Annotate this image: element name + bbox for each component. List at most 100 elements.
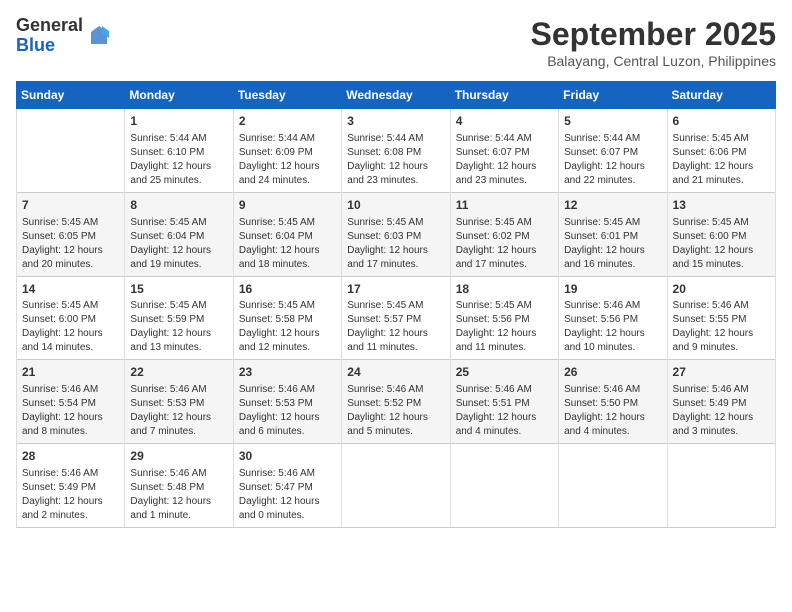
- calendar-cell: 20Sunrise: 5:46 AM Sunset: 5:55 PM Dayli…: [667, 276, 775, 360]
- day-info: Sunrise: 5:44 AM Sunset: 6:10 PM Dayligh…: [130, 132, 227, 188]
- day-info: Sunrise: 5:45 AM Sunset: 5:57 PM Dayligh…: [347, 299, 444, 355]
- logo-icon: [87, 24, 111, 48]
- header-saturday: Saturday: [667, 82, 775, 109]
- day-info: Sunrise: 5:45 AM Sunset: 6:04 PM Dayligh…: [130, 216, 227, 272]
- day-info: Sunrise: 5:45 AM Sunset: 5:58 PM Dayligh…: [239, 299, 336, 355]
- calendar-cell: 11Sunrise: 5:45 AM Sunset: 6:02 PM Dayli…: [450, 192, 558, 276]
- calendar-cell: [667, 444, 775, 528]
- day-info: Sunrise: 5:46 AM Sunset: 5:49 PM Dayligh…: [673, 383, 770, 439]
- day-number: 26: [564, 364, 661, 381]
- day-info: Sunrise: 5:46 AM Sunset: 5:51 PM Dayligh…: [456, 383, 553, 439]
- header-tuesday: Tuesday: [233, 82, 341, 109]
- calendar-week-row: 1 Sunrise: 5:44 AM Sunset: 6:10 PM Daylig…: [17, 109, 776, 193]
- calendar-cell: 30 Sunrise: 5:46 AM Sunset: 5:47 PM Dayli…: [233, 444, 341, 528]
- calendar-week-row: 14Sunrise: 5:45 AM Sunset: 6:00 PM Dayli…: [17, 276, 776, 360]
- day-number: 1: [130, 113, 227, 130]
- header-wednesday: Wednesday: [342, 82, 450, 109]
- calendar-cell: 29 Sunrise: 5:46 AM Sunset: 5:48 PM Dayli…: [125, 444, 233, 528]
- day-info: Sunrise: 5:46 AM Sunset: 5:47 PM Dayligh…: [239, 467, 336, 523]
- day-info: Sunrise: 5:45 AM Sunset: 5:56 PM Dayligh…: [456, 299, 553, 355]
- calendar-cell: 2 Sunrise: 5:44 AM Sunset: 6:09 PM Daylig…: [233, 109, 341, 193]
- calendar-table: SundayMondayTuesdayWednesdayThursdayFrid…: [16, 81, 776, 528]
- day-info: Sunrise: 5:46 AM Sunset: 5:54 PM Dayligh…: [22, 383, 119, 439]
- day-number: 14: [22, 281, 119, 298]
- day-info: Sunrise: 5:45 AM Sunset: 6:03 PM Dayligh…: [347, 216, 444, 272]
- calendar-cell: 28Sunrise: 5:46 AM Sunset: 5:49 PM Dayli…: [17, 444, 125, 528]
- day-number: 27: [673, 364, 770, 381]
- day-info: Sunrise: 5:45 AM Sunset: 6:00 PM Dayligh…: [22, 299, 119, 355]
- day-number: 18: [456, 281, 553, 298]
- day-number: 20: [673, 281, 770, 298]
- calendar-cell: 13 Sunrise: 5:45 AM Sunset: 6:00 PM Dayli…: [667, 192, 775, 276]
- day-info: Sunrise: 5:46 AM Sunset: 5:50 PM Dayligh…: [564, 383, 661, 439]
- calendar-cell: 8 Sunrise: 5:45 AM Sunset: 6:04 PM Daylig…: [125, 192, 233, 276]
- location-subtitle: Balayang, Central Luzon, Philippines: [531, 53, 776, 69]
- day-number: 13: [673, 197, 770, 214]
- day-info: Sunrise: 5:45 AM Sunset: 6:04 PM Dayligh…: [239, 216, 336, 272]
- day-number: 22: [130, 364, 227, 381]
- calendar-cell: 9 Sunrise: 5:45 AM Sunset: 6:04 PM Daylig…: [233, 192, 341, 276]
- calendar-cell: 10 Sunrise: 5:45 AM Sunset: 6:03 PM Dayli…: [342, 192, 450, 276]
- day-info: Sunrise: 5:45 AM Sunset: 6:06 PM Dayligh…: [673, 132, 770, 188]
- calendar-cell: 6Sunrise: 5:45 AM Sunset: 6:06 PM Daylig…: [667, 109, 775, 193]
- day-info: Sunrise: 5:46 AM Sunset: 5:55 PM Dayligh…: [673, 299, 770, 355]
- day-number: 17: [347, 281, 444, 298]
- header-sunday: Sunday: [17, 82, 125, 109]
- day-info: Sunrise: 5:44 AM Sunset: 6:07 PM Dayligh…: [456, 132, 553, 188]
- day-number: 10: [347, 197, 444, 214]
- day-info: Sunrise: 5:46 AM Sunset: 5:56 PM Dayligh…: [564, 299, 661, 355]
- day-info: Sunrise: 5:46 AM Sunset: 5:53 PM Dayligh…: [130, 383, 227, 439]
- calendar-cell: 26 Sunrise: 5:46 AM Sunset: 5:50 PM Dayli…: [559, 360, 667, 444]
- day-info: Sunrise: 5:44 AM Sunset: 6:08 PM Dayligh…: [347, 132, 444, 188]
- calendar-cell: 16Sunrise: 5:45 AM Sunset: 5:58 PM Dayli…: [233, 276, 341, 360]
- calendar-cell: 17Sunrise: 5:45 AM Sunset: 5:57 PM Dayli…: [342, 276, 450, 360]
- day-info: Sunrise: 5:45 AM Sunset: 6:01 PM Dayligh…: [564, 216, 661, 272]
- calendar-cell: 1 Sunrise: 5:44 AM Sunset: 6:10 PM Daylig…: [125, 109, 233, 193]
- day-number: 24: [347, 364, 444, 381]
- calendar-week-row: 28Sunrise: 5:46 AM Sunset: 5:49 PM Dayli…: [17, 444, 776, 528]
- header-friday: Friday: [559, 82, 667, 109]
- page-header: General Blue September 2025 Balayang, Ce…: [16, 16, 776, 69]
- day-number: 28: [22, 448, 119, 465]
- day-info: Sunrise: 5:45 AM Sunset: 6:00 PM Dayligh…: [673, 216, 770, 272]
- logo: General Blue: [16, 16, 111, 56]
- day-info: Sunrise: 5:44 AM Sunset: 6:09 PM Dayligh…: [239, 132, 336, 188]
- logo-text: General Blue: [16, 16, 83, 56]
- day-number: 7: [22, 197, 119, 214]
- calendar-cell: [559, 444, 667, 528]
- calendar-cell: 15Sunrise: 5:45 AM Sunset: 5:59 PM Dayli…: [125, 276, 233, 360]
- day-number: 12: [564, 197, 661, 214]
- calendar-cell: [17, 109, 125, 193]
- day-info: Sunrise: 5:45 AM Sunset: 5:59 PM Dayligh…: [130, 299, 227, 355]
- day-number: 8: [130, 197, 227, 214]
- calendar-cell: 25 Sunrise: 5:46 AM Sunset: 5:51 PM Dayli…: [450, 360, 558, 444]
- calendar-cell: [342, 444, 450, 528]
- day-number: 9: [239, 197, 336, 214]
- header-monday: Monday: [125, 82, 233, 109]
- calendar-cell: 27 Sunrise: 5:46 AM Sunset: 5:49 PM Dayli…: [667, 360, 775, 444]
- day-number: 29: [130, 448, 227, 465]
- day-number: 25: [456, 364, 553, 381]
- day-number: 23: [239, 364, 336, 381]
- calendar-header-row: SundayMondayTuesdayWednesdayThursdayFrid…: [17, 82, 776, 109]
- calendar-cell: 23Sunrise: 5:46 AM Sunset: 5:53 PM Dayli…: [233, 360, 341, 444]
- calendar-cell: [450, 444, 558, 528]
- day-number: 11: [456, 197, 553, 214]
- day-info: Sunrise: 5:46 AM Sunset: 5:48 PM Dayligh…: [130, 467, 227, 523]
- calendar-cell: 18Sunrise: 5:45 AM Sunset: 5:56 PM Dayli…: [450, 276, 558, 360]
- day-info: Sunrise: 5:46 AM Sunset: 5:52 PM Dayligh…: [347, 383, 444, 439]
- calendar-week-row: 7 Sunrise: 5:45 AM Sunset: 6:05 PM Daylig…: [17, 192, 776, 276]
- title-block: September 2025 Balayang, Central Luzon, …: [531, 16, 776, 69]
- day-number: 3: [347, 113, 444, 130]
- calendar-cell: 12 Sunrise: 5:45 AM Sunset: 6:01 PM Dayli…: [559, 192, 667, 276]
- calendar-cell: 3 Sunrise: 5:44 AM Sunset: 6:08 PM Daylig…: [342, 109, 450, 193]
- day-number: 2: [239, 113, 336, 130]
- day-number: 5: [564, 113, 661, 130]
- day-number: 30: [239, 448, 336, 465]
- calendar-cell: 22 Sunrise: 5:46 AM Sunset: 5:53 PM Dayli…: [125, 360, 233, 444]
- logo-blue: Blue: [16, 35, 55, 55]
- month-title: September 2025: [531, 16, 776, 53]
- day-info: Sunrise: 5:45 AM Sunset: 6:05 PM Dayligh…: [22, 216, 119, 272]
- header-thursday: Thursday: [450, 82, 558, 109]
- calendar-cell: 4Sunrise: 5:44 AM Sunset: 6:07 PM Daylig…: [450, 109, 558, 193]
